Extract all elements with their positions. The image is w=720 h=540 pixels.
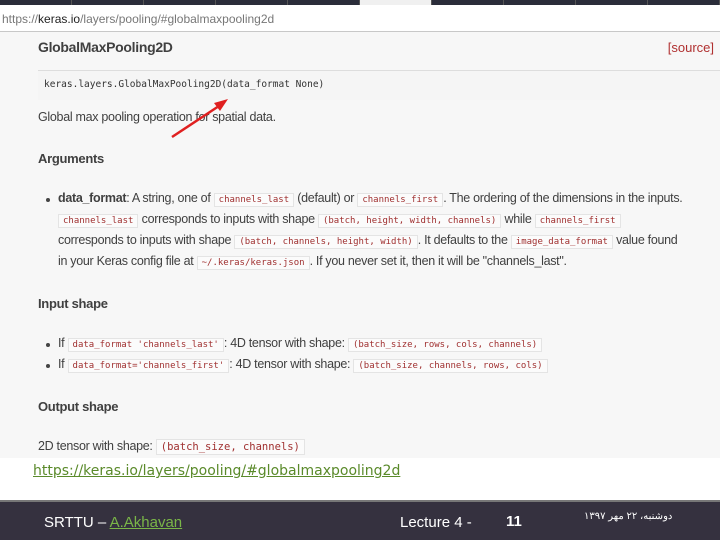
footer-date: دوشنبه، ۲۲ مهر ۱۳۹۷ [584, 511, 673, 522]
annotation-arrow-icon [171, 99, 228, 139]
slide-reference-link[interactable]: https://keras.io/layers/pooling/#globalm… [33, 463, 400, 479]
footer-lecture: Lecture 4 - [400, 514, 472, 531]
footer-org: SRTTU – [44, 514, 110, 531]
footer-author: SRTTU – A.Akhavan [44, 514, 182, 531]
page-number: 11 [506, 513, 522, 530]
author-link[interactable]: A.Akhavan [110, 514, 183, 531]
slide-footer: SRTTU – A.Akhavan Lecture 4 - 11 دوشنبه،… [0, 500, 720, 540]
